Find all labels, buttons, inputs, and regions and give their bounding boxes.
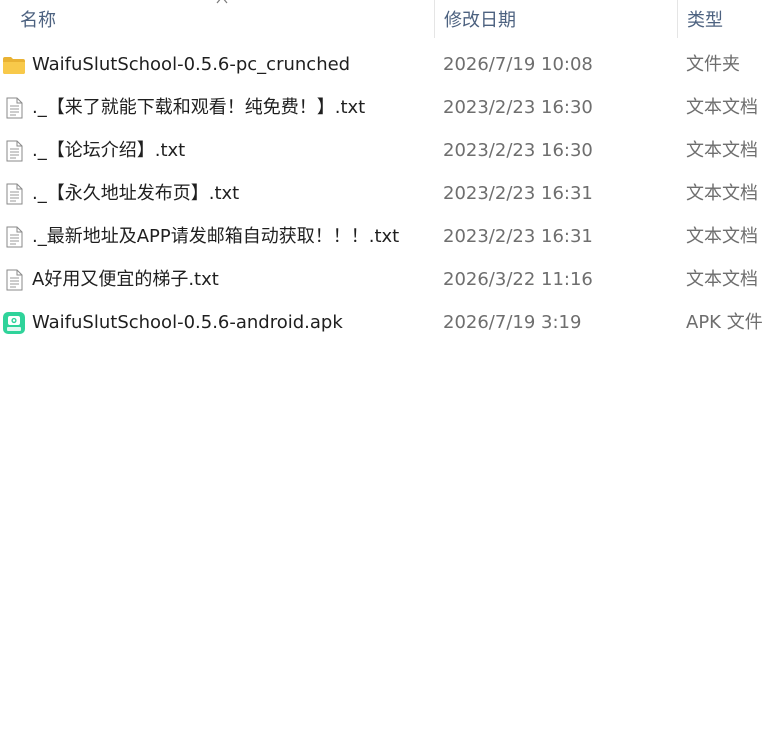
sort-ascending-icon [216,0,228,4]
file-name: ._【永久地址发布页】.txt [32,183,240,204]
text-document-icon [6,140,23,162]
file-date: 2023/2/23 16:31 [443,226,593,247]
file-type: 文本文档 [686,97,758,118]
text-document-icon [6,269,23,291]
file-type: 文本文档 [686,140,758,161]
file-list: WaifuSlutSchool-0.5.6-pc_crunched 2026/7… [0,43,762,344]
file-row[interactable]: ._【论坛介绍】.txt 2023/2/23 16:30 文本文档 [0,129,762,172]
file-date: 2023/2/23 16:30 [443,140,593,161]
file-date: 2026/7/19 10:08 [443,54,593,75]
apk-icon [3,312,25,334]
file-name: WaifuSlutSchool-0.5.6-pc_crunched [32,54,351,75]
file-row[interactable]: WaifuSlutSchool-0.5.6-android.apk 2026/7… [0,301,762,344]
name-column-header[interactable]: 名称 [0,0,434,38]
text-document-icon [6,183,23,205]
file-row[interactable]: ._【永久地址发布页】.txt 2023/2/23 16:31 文本文档 [0,172,762,215]
file-name: WaifuSlutSchool-0.5.6-android.apk [32,312,343,333]
file-row[interactable]: ._最新地址及APP请发邮箱自动获取！！！.txt 2023/2/23 16:3… [0,215,762,258]
file-name: ._最新地址及APP请发邮箱自动获取！！！.txt [32,226,400,247]
file-name: ._【来了就能下载和观看！纯免费！】.txt [32,97,366,118]
column-header: 名称 修改日期 类型 [0,0,762,38]
date-column-header[interactable]: 修改日期 [434,0,677,38]
name-column-label: 名称 [20,10,56,31]
type-column-label: 类型 [687,10,723,31]
file-date: 2026/7/19 3:19 [443,312,582,333]
date-column-label: 修改日期 [444,10,516,31]
folder-icon [3,57,25,74]
file-type: 文本文档 [686,269,758,290]
type-column-header[interactable]: 类型 [677,0,762,38]
file-type: 文件夹 [686,54,740,75]
text-document-icon [6,226,23,248]
file-type: 文本文档 [686,226,758,247]
file-date: 2023/2/23 16:31 [443,183,593,204]
file-type: APK 文件 [686,312,762,333]
file-type: 文本文档 [686,183,758,204]
file-explorer: 名称 修改日期 类型 WaifuSlutSchool-0.5.6-pc_crun… [0,0,762,747]
file-name: ._【论坛介绍】.txt [32,140,186,161]
file-date: 2023/2/23 16:30 [443,97,593,118]
file-row[interactable]: ._【来了就能下载和观看！纯免费！】.txt 2023/2/23 16:30 文… [0,86,762,129]
file-date: 2026/3/22 11:16 [443,269,593,290]
file-name: A好用又便宜的梯子.txt [32,269,219,290]
file-row[interactable]: A好用又便宜的梯子.txt 2026/3/22 11:16 文本文档 [0,258,762,301]
file-row[interactable]: WaifuSlutSchool-0.5.6-pc_crunched 2026/7… [0,43,762,86]
text-document-icon [6,97,23,119]
